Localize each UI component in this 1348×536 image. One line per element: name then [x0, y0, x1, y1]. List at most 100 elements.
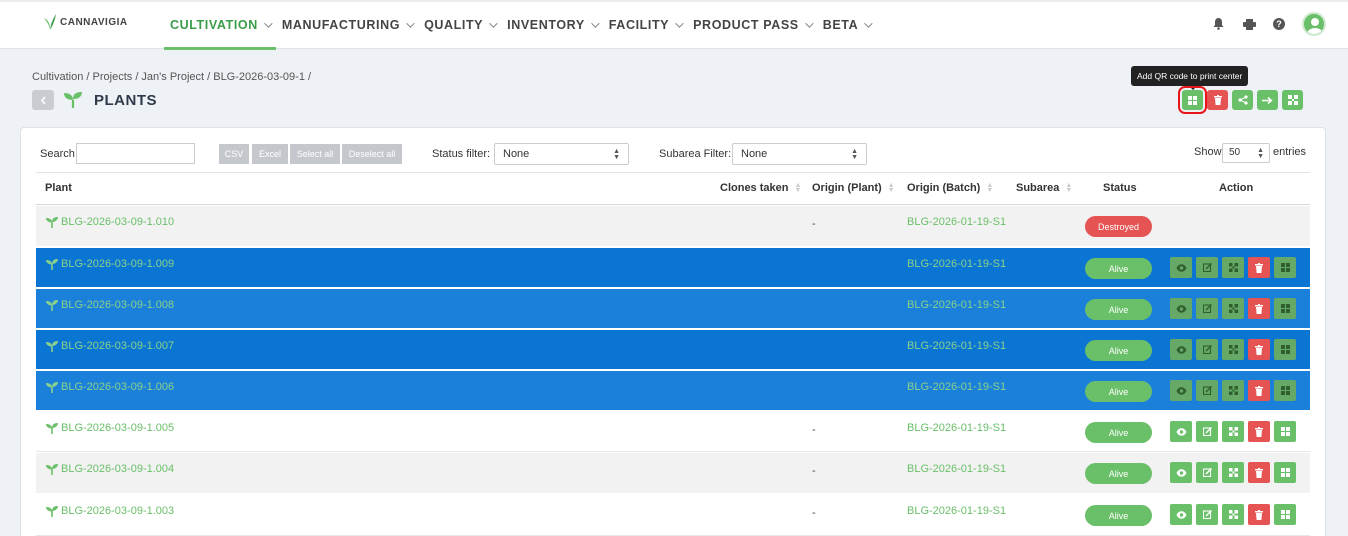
col-action-label: Action [1219, 182, 1254, 194]
plant-link[interactable]: BLG-2026-03-09-1.006 [46, 381, 174, 393]
origin-batch-link[interactable]: BLG-2026-01-19-S1 [907, 422, 1006, 434]
plant-link[interactable]: BLG-2026-03-09-1.004 [46, 463, 174, 475]
delete-button[interactable] [1248, 421, 1270, 442]
view-button[interactable] [1170, 339, 1192, 360]
qr-code-button[interactable] [1222, 421, 1244, 442]
status-badge: Alive [1085, 463, 1152, 484]
view-button[interactable] [1170, 462, 1192, 483]
subarea-filter-select[interactable]: None ▲ ▼ [732, 143, 867, 165]
add-to-print-center-button[interactable] [1274, 339, 1296, 360]
qr-code-button[interactable] [1222, 380, 1244, 401]
nav-manufacturing[interactable]: MANUFACTURING [276, 0, 418, 49]
origin-batch-link[interactable]: BLG-2026-01-19-S1 [907, 381, 1006, 393]
table-row[interactable]: BLG-2026-03-09-1.009 BLG-2026-01-19-S1 Ali… [36, 248, 1310, 288]
add-to-print-center-button[interactable] [1274, 462, 1296, 483]
delete-button[interactable] [1207, 90, 1228, 110]
nav-inventory[interactable]: INVENTORY [501, 0, 603, 49]
table-row[interactable]: BLG-2026-03-09-1.006 - BLG-2026-01-19-S1 Al… [36, 371, 1310, 411]
delete-button[interactable] [1248, 462, 1270, 483]
qr-code-button[interactable] [1222, 257, 1244, 278]
edit-button[interactable] [1196, 339, 1218, 360]
qr-code-button[interactable] [1282, 90, 1303, 110]
delete-button[interactable] [1248, 504, 1270, 525]
qr-grid-icon [1280, 263, 1290, 272]
eye-icon [1176, 263, 1186, 272]
plant-link[interactable]: BLG-2026-03-09-1.010 [46, 216, 174, 228]
view-button[interactable] [1170, 421, 1192, 442]
search-input[interactable] [76, 143, 195, 164]
view-button[interactable] [1170, 380, 1192, 401]
plant-link[interactable]: BLG-2026-03-09-1.005 [46, 422, 174, 434]
status-filter-select[interactable]: None ▲ ▼ [494, 143, 629, 165]
origin-batch-link[interactable]: BLG-2026-01-19-S1 [907, 505, 1006, 517]
bell-icon[interactable] [1211, 17, 1225, 31]
nav-facility-label: FACILITY [608, 17, 670, 32]
edit-button[interactable] [1196, 421, 1218, 442]
delete-button[interactable] [1248, 380, 1270, 401]
edit-button[interactable] [1196, 504, 1218, 525]
edit-button[interactable] [1196, 462, 1218, 483]
help-icon[interactable]: ? [1273, 18, 1285, 30]
view-button[interactable] [1170, 257, 1192, 278]
entries-select[interactable]: 50 ▲ ▼ [1222, 143, 1270, 163]
nav-product-pass[interactable]: PRODUCT PASS [687, 0, 817, 49]
delete-button[interactable] [1248, 257, 1270, 278]
edit-button[interactable] [1196, 257, 1218, 278]
qr-code-button[interactable] [1222, 462, 1244, 483]
qr-code-button[interactable] [1222, 504, 1244, 525]
edit-button[interactable] [1196, 380, 1218, 401]
origin-batch-link[interactable]: BLG-2026-01-19-S1 [907, 463, 1006, 475]
table-row[interactable]: BLG-2026-03-09-1.003 - BLG-2026-01-19-S1 Al… [36, 495, 1310, 536]
origin-batch-link[interactable]: BLG-2026-01-19-S1 [907, 216, 1006, 228]
plant-link[interactable]: BLG-2026-03-09-1.009 [46, 258, 174, 270]
table-row[interactable]: BLG-2026-03-09-1.007 BLG-2026-01-19-S1 Ali… [36, 330, 1310, 370]
avatar[interactable] [1302, 12, 1326, 36]
qr-code-button[interactable] [1222, 339, 1244, 360]
status-badge: Alive [1085, 505, 1152, 526]
add-qr-to-print-center-button[interactable] [1178, 86, 1207, 114]
col-origin-batch[interactable]: Origin (Batch) ▲ ▼ [907, 182, 993, 194]
sprout-icon [46, 505, 58, 517]
share-button[interactable] [1232, 90, 1253, 110]
nav-beta[interactable]: BETA [817, 0, 877, 49]
plant-link[interactable]: BLG-2026-03-09-1.003 [46, 505, 174, 517]
delete-button[interactable] [1248, 339, 1270, 360]
view-button[interactable] [1170, 298, 1192, 319]
origin-batch-link[interactable]: BLG-2026-01-19-S1 [907, 340, 1006, 352]
table-row[interactable]: BLG-2026-03-09-1.004 - BLG-2026-01-19-S1 Al… [36, 453, 1310, 494]
delete-button[interactable] [1248, 298, 1270, 319]
excel-button[interactable]: Excel [252, 144, 288, 164]
add-to-print-center-button[interactable] [1274, 257, 1296, 278]
csv-button[interactable]: CSV [219, 144, 249, 164]
plant-link[interactable]: BLG-2026-03-09-1.008 [46, 299, 174, 311]
table-row[interactable]: BLG-2026-03-09-1.008 BLG-2026-01-19-S1 Ali… [36, 289, 1310, 329]
nav-cultivation[interactable]: CULTIVATION [164, 0, 276, 50]
breadcrumb[interactable]: Cultivation / Projects / Jan's Project /… [32, 71, 311, 83]
add-to-print-center-button[interactable] [1274, 504, 1296, 525]
move-button[interactable] [1257, 90, 1278, 110]
subarea-filter-value: None [741, 148, 768, 160]
add-to-print-center-button[interactable] [1274, 421, 1296, 442]
logo[interactable]: CANNAVIGIA [44, 14, 128, 30]
plant-id: BLG-2026-03-09-1.006 [61, 381, 175, 393]
qr-code-button[interactable] [1222, 298, 1244, 319]
add-to-print-center-button[interactable] [1274, 298, 1296, 319]
edit-button[interactable] [1196, 298, 1218, 319]
col-origin-plant[interactable]: Origin (Plant) ▲ ▼ [812, 182, 895, 194]
nav-quality[interactable]: QUALITY [418, 0, 501, 49]
deselect-all-button[interactable]: Deselect all [342, 144, 402, 164]
nav-facility[interactable]: FACILITY [603, 0, 687, 49]
col-plant[interactable]: Plant [45, 182, 72, 194]
view-button[interactable] [1170, 504, 1192, 525]
add-to-print-center-button[interactable] [1274, 380, 1296, 401]
origin-batch-link[interactable]: BLG-2026-01-19-S1 [907, 258, 1006, 270]
col-clones-taken[interactable]: Clones taken ▲ ▼ [720, 182, 801, 194]
back-button[interactable] [32, 90, 54, 110]
table-row[interactable]: BLG-2026-03-09-1.005 - BLG-2026-01-19-S1 Al… [36, 412, 1310, 452]
plant-link[interactable]: BLG-2026-03-09-1.007 [46, 340, 174, 352]
origin-batch-link[interactable]: BLG-2026-01-19-S1 [907, 299, 1006, 311]
table-row[interactable]: BLG-2026-03-09-1.010 - BLG-2026-01-19-S1 De… [36, 206, 1310, 247]
select-all-button[interactable]: Select all [290, 144, 340, 164]
col-subarea[interactable]: Subarea ▲ ▼ [1016, 182, 1072, 194]
printer-icon[interactable] [1242, 17, 1256, 31]
